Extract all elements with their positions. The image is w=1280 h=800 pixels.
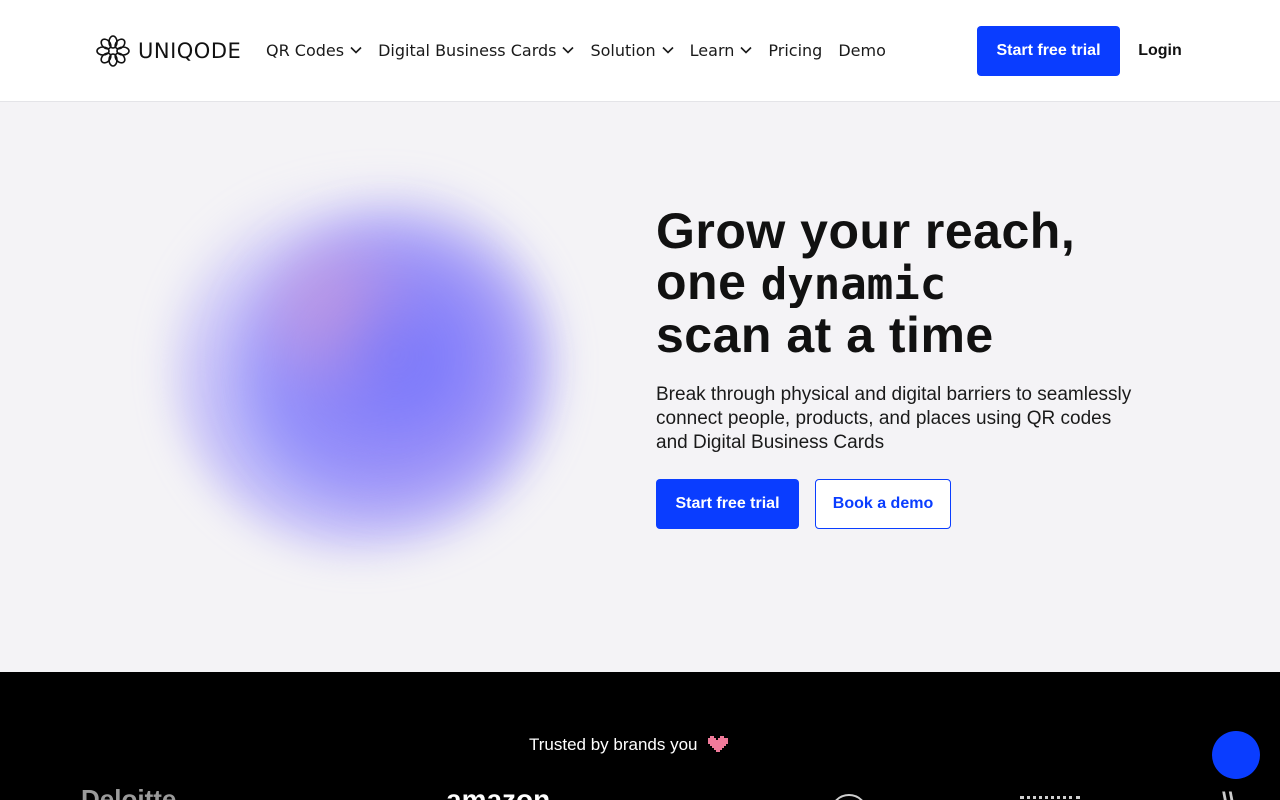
brand-logo-deloitte: Deloitte — [81, 784, 177, 800]
chat-widget-button[interactable] — [1212, 731, 1260, 779]
hero-title: Grow your reach, one dynamic scan at a t… — [656, 206, 1075, 361]
header-start-trial-button[interactable]: Start free trial — [977, 26, 1120, 76]
trusted-text: Trusted by brands you — [529, 735, 698, 754]
hero-start-trial-button[interactable]: Start free trial — [656, 479, 799, 529]
pixel-heart-icon — [707, 736, 728, 752]
hero-subtitle: Break through physical and digital barri… — [656, 384, 1132, 453]
hero-title-line-3: scan at a time — [656, 307, 994, 363]
chevron-down-icon — [562, 46, 575, 54]
nav-label: QR Codes — [266, 40, 345, 60]
brand-logo-partial — [1020, 796, 1080, 800]
brand-logo[interactable]: UNIQODE — [96, 35, 241, 67]
chevron-down-icon — [740, 46, 752, 54]
nav-item-solution[interactable]: Solution — [590, 38, 674, 62]
main-nav: QR Codes Digital Business Cards Solution… — [266, 38, 886, 62]
flower-knot-icon — [96, 35, 130, 67]
trusted-brands-section: Trusted by brands you Deloitte amazon \\ — [0, 672, 1280, 800]
nav-label: Digital Business Cards — [378, 40, 557, 60]
nav-item-learn[interactable]: Learn — [690, 38, 753, 62]
login-button[interactable]: Login — [1130, 26, 1190, 76]
nav-label: Demo — [838, 40, 886, 60]
book-demo-button[interactable]: Book a demo — [815, 479, 951, 529]
nav-item-digital-business-cards[interactable]: Digital Business Cards — [378, 38, 575, 62]
nav-item-pricing[interactable]: Pricing — [768, 38, 822, 62]
hero-title-highlight: dynamic — [760, 259, 947, 310]
hero-title-line-1: Grow your reach, — [656, 203, 1076, 259]
nav-item-qr-codes[interactable]: QR Codes — [266, 38, 362, 62]
brand-name: UNIQODE — [138, 39, 242, 63]
brand-logo-amazon: amazon — [446, 784, 551, 800]
nav-label: Pricing — [768, 40, 823, 60]
hero-title-line-2: one dynamic — [656, 254, 1075, 311]
site-header: UNIQODE QR Codes Digital Business Cards … — [0, 0, 1280, 102]
gradient-orb-core — [230, 220, 530, 520]
nav-label: Learn — [689, 40, 735, 60]
hero-title-prefix: one — [656, 254, 761, 310]
chevron-down-icon — [662, 46, 674, 54]
nav-item-demo[interactable]: Demo — [838, 38, 886, 62]
trusted-heading: Trusted by brands you — [529, 735, 728, 755]
chevron-down-icon — [350, 46, 362, 54]
brand-logo-circle — [830, 794, 868, 800]
brand-logo-partial-right: \\ — [1222, 788, 1244, 800]
nav-label: Solution — [590, 40, 656, 60]
